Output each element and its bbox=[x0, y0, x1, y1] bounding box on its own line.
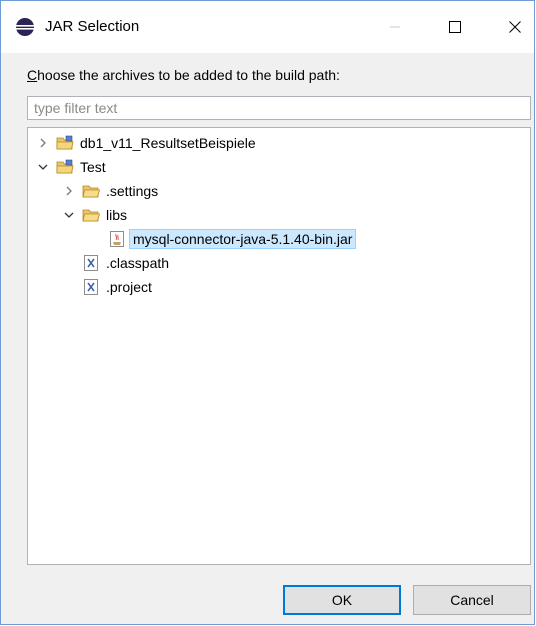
minimize-button[interactable] bbox=[373, 11, 417, 43]
close-button[interactable] bbox=[493, 11, 536, 43]
cancel-button[interactable]: Cancel bbox=[413, 585, 531, 615]
tree-item-label: .settings bbox=[106, 183, 159, 199]
instruction-text: hoose the archives to be added to the bu… bbox=[37, 67, 340, 83]
tree-item-label: db1_v11_ResultsetBeispiele bbox=[80, 135, 256, 151]
tree-item-classpath-file[interactable]: .classpath bbox=[62, 252, 169, 274]
jar-selection-dialog: JAR Selection Choose the archives to be … bbox=[0, 0, 535, 625]
chevron-right-icon[interactable] bbox=[62, 184, 76, 198]
jar-file-icon bbox=[108, 230, 126, 248]
ok-button[interactable]: OK bbox=[283, 585, 401, 615]
tree-item-label: Test bbox=[80, 159, 106, 175]
tree-item-label: .project bbox=[106, 279, 152, 295]
close-icon bbox=[509, 21, 521, 33]
chevron-down-icon[interactable] bbox=[36, 160, 50, 174]
folder-icon bbox=[82, 182, 100, 200]
maximize-icon bbox=[449, 21, 461, 33]
dialog-content: Choose the archives to be added to the b… bbox=[1, 53, 534, 624]
tree-item-test-project[interactable]: Test bbox=[36, 156, 106, 178]
eclipse-icon bbox=[15, 17, 35, 37]
filter-input[interactable] bbox=[27, 96, 531, 120]
archive-tree[interactable]: db1_v11_ResultsetBeispiele Test .setting… bbox=[27, 127, 531, 565]
tree-item-mysql-jar[interactable]: mysql-connector-java-5.1.40-bin.jar bbox=[88, 228, 357, 250]
tree-item-label: mysql-connector-java-5.1.40-bin.jar bbox=[129, 229, 357, 249]
tree-item-project-file[interactable]: .project bbox=[62, 276, 152, 298]
project-folder-icon bbox=[56, 158, 74, 176]
instruction-label: Choose the archives to be added to the b… bbox=[27, 67, 340, 83]
folder-icon bbox=[82, 206, 100, 224]
chevron-right-icon[interactable] bbox=[36, 136, 50, 150]
tree-item-label: libs bbox=[106, 207, 128, 223]
instruction-mnemonic: C bbox=[27, 67, 38, 83]
minimize-icon bbox=[390, 26, 400, 28]
tree-item-label: .classpath bbox=[106, 255, 170, 271]
tree-item-db1-project[interactable]: db1_v11_ResultsetBeispiele bbox=[36, 132, 256, 154]
maximize-button[interactable] bbox=[433, 11, 477, 43]
tree-item-settings-folder[interactable]: .settings bbox=[62, 180, 158, 202]
xml-file-icon bbox=[82, 278, 100, 296]
chevron-down-icon[interactable] bbox=[62, 208, 76, 222]
project-folder-icon bbox=[56, 134, 74, 152]
title-bar[interactable]: JAR Selection bbox=[1, 1, 534, 53]
window-title: JAR Selection bbox=[45, 18, 140, 35]
xml-file-icon bbox=[82, 254, 100, 272]
tree-item-libs-folder[interactable]: libs bbox=[62, 204, 127, 226]
